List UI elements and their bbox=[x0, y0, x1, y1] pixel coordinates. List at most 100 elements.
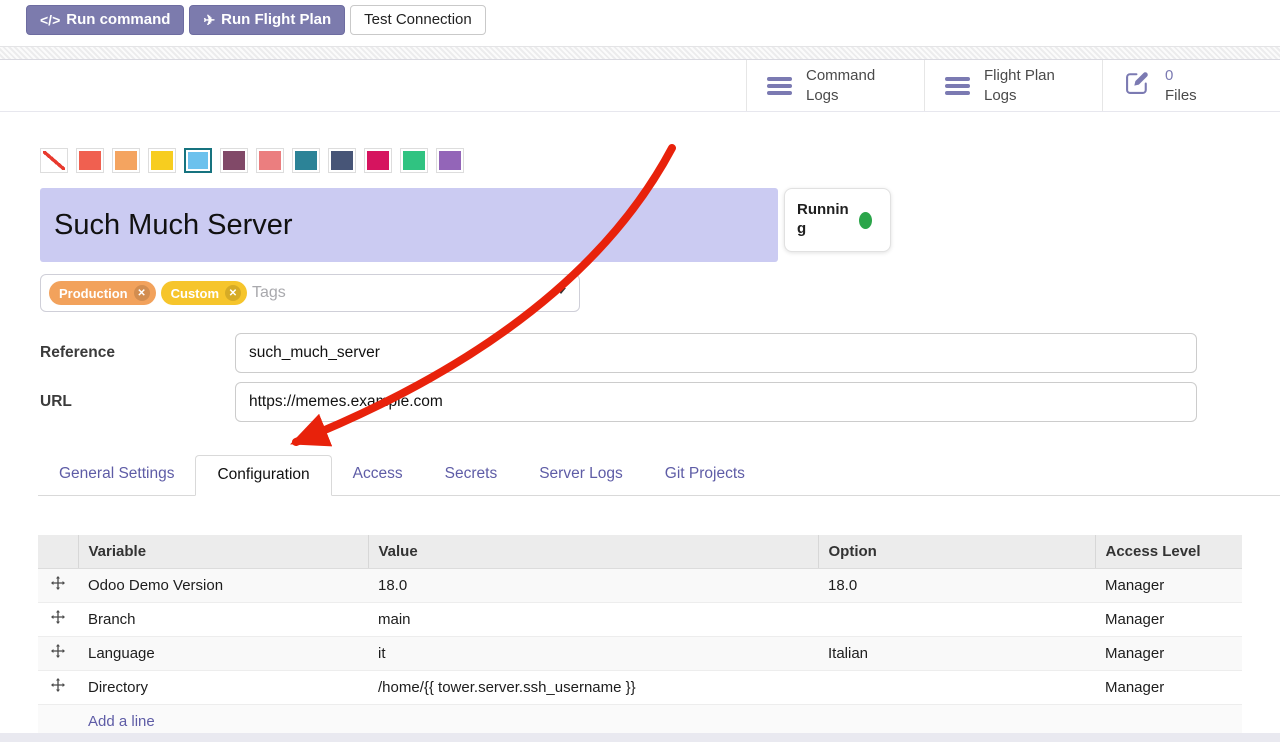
color-swatch-medium-blue[interactable] bbox=[292, 148, 320, 173]
cell-option[interactable] bbox=[818, 670, 1095, 704]
move-icon bbox=[51, 610, 65, 624]
color-swatch-no-color[interactable] bbox=[40, 148, 68, 173]
url-row: URL bbox=[40, 382, 1280, 422]
footer-strip bbox=[0, 733, 1280, 742]
tags-placeholder: Tags bbox=[252, 284, 286, 302]
tab-access[interactable]: Access bbox=[332, 455, 424, 496]
decorative-strip bbox=[0, 46, 1280, 60]
action-bar: </> Run command ✈ Run Flight Plan Test C… bbox=[0, 0, 1280, 35]
color-palette bbox=[40, 148, 1280, 173]
cell-access-level[interactable]: Manager bbox=[1095, 568, 1242, 602]
run-command-button[interactable]: </> Run command bbox=[26, 5, 184, 35]
stat-button-command-logs[interactable]: Command Logs bbox=[746, 60, 924, 111]
color-swatch-yellow[interactable] bbox=[148, 148, 176, 173]
files-count: 0 bbox=[1165, 66, 1251, 86]
tab-general-settings[interactable]: General Settings bbox=[38, 455, 195, 496]
remove-tag-icon[interactable]: ✕ bbox=[225, 285, 241, 301]
plane-icon: ✈ bbox=[203, 10, 215, 30]
cell-value[interactable]: /home/{{ tower.server.ssh_username }} bbox=[368, 670, 818, 704]
table-row[interactable]: Language it Italian Manager bbox=[38, 636, 1242, 670]
title-row: Such Much Server Running bbox=[40, 188, 1280, 262]
cell-option[interactable]: 18.0 bbox=[818, 568, 1095, 602]
tab-server-logs[interactable]: Server Logs bbox=[518, 455, 644, 496]
table-row[interactable]: Odoo Demo Version 18.0 18.0 Manager bbox=[38, 568, 1242, 602]
color-swatch-salmon-pink[interactable] bbox=[256, 148, 284, 173]
color-swatch-green[interactable] bbox=[400, 148, 428, 173]
table-row[interactable]: Branch main Manager bbox=[38, 602, 1242, 636]
tab-git-projects[interactable]: Git Projects bbox=[644, 455, 766, 496]
tab-secrets[interactable]: Secrets bbox=[424, 455, 519, 496]
tag-production[interactable]: Production ✕ bbox=[49, 281, 156, 305]
test-connection-button[interactable]: Test Connection bbox=[350, 5, 486, 35]
files-label: Files bbox=[1165, 86, 1251, 106]
add-a-line-link[interactable]: Add a line bbox=[48, 713, 155, 730]
code-icon: </> bbox=[40, 10, 60, 30]
page-title: Such Much Server bbox=[54, 209, 293, 242]
cell-access-level[interactable]: Manager bbox=[1095, 602, 1242, 636]
record-sheet: Such Much Server Running Production ✕ Cu… bbox=[0, 148, 1280, 739]
reference-input[interactable] bbox=[235, 333, 1197, 373]
stat-button-flight-plan-logs[interactable]: Flight Plan Logs bbox=[924, 60, 1102, 111]
cell-variable[interactable]: Directory bbox=[78, 670, 368, 704]
value-column-header[interactable]: Value bbox=[368, 535, 818, 568]
cell-value[interactable]: main bbox=[368, 602, 818, 636]
run-flight-plan-button[interactable]: ✈ Run Flight Plan bbox=[189, 5, 345, 35]
cell-variable[interactable]: Language bbox=[78, 636, 368, 670]
color-swatch-dark-purple[interactable] bbox=[220, 148, 248, 173]
chevron-down-icon[interactable] bbox=[556, 288, 566, 294]
move-icon bbox=[51, 576, 65, 590]
no-color-icon bbox=[43, 151, 65, 170]
move-icon bbox=[51, 678, 65, 692]
color-swatch-light-blue-selected[interactable] bbox=[184, 148, 212, 173]
cell-option[interactable]: Italian bbox=[818, 636, 1095, 670]
run-command-label: Run command bbox=[66, 10, 170, 30]
variable-column-header[interactable]: Variable bbox=[78, 535, 368, 568]
cell-variable[interactable]: Odoo Demo Version bbox=[78, 568, 368, 602]
reference-label: Reference bbox=[40, 344, 235, 362]
statusbar: Command Logs Flight Plan Logs 0 Files bbox=[0, 60, 1280, 112]
tag-custom-label: Custom bbox=[171, 286, 219, 301]
reference-row: Reference bbox=[40, 333, 1280, 373]
color-swatch-dark-blue[interactable] bbox=[328, 148, 356, 173]
status-widget[interactable]: Running bbox=[784, 188, 891, 252]
color-swatch-purple[interactable] bbox=[436, 148, 464, 173]
option-column-header[interactable]: Option bbox=[818, 535, 1095, 568]
table-header-row: Variable Value Option Access Level bbox=[38, 535, 1242, 568]
command-logs-label: Command Logs bbox=[806, 66, 892, 105]
drag-handle[interactable] bbox=[38, 568, 78, 602]
list-icon bbox=[767, 77, 792, 95]
server-name-field[interactable]: Such Much Server bbox=[40, 188, 778, 262]
handle-column-header bbox=[38, 535, 78, 568]
cell-value[interactable]: it bbox=[368, 636, 818, 670]
cell-variable[interactable]: Branch bbox=[78, 602, 368, 636]
cell-value[interactable]: 18.0 bbox=[368, 568, 818, 602]
edit-icon bbox=[1123, 69, 1151, 102]
tag-custom[interactable]: Custom ✕ bbox=[161, 281, 247, 305]
table-row[interactable]: Directory /home/{{ tower.server.ssh_user… bbox=[38, 670, 1242, 704]
access-level-column-header[interactable]: Access Level bbox=[1095, 535, 1242, 568]
notebook-tabs: General Settings Configuration Access Se… bbox=[38, 454, 1280, 496]
remove-tag-icon[interactable]: ✕ bbox=[134, 285, 150, 301]
url-label: URL bbox=[40, 393, 235, 411]
tags-field[interactable]: Production ✕ Custom ✕ Tags bbox=[40, 274, 580, 312]
status-label: Running bbox=[797, 201, 849, 239]
cell-access-level[interactable]: Manager bbox=[1095, 636, 1242, 670]
drag-handle[interactable] bbox=[38, 670, 78, 704]
cell-access-level[interactable]: Manager bbox=[1095, 670, 1242, 704]
url-input[interactable] bbox=[235, 382, 1197, 422]
color-swatch-orange[interactable] bbox=[112, 148, 140, 173]
drag-handle[interactable] bbox=[38, 636, 78, 670]
move-icon bbox=[51, 644, 65, 658]
list-icon bbox=[945, 77, 970, 95]
color-swatch-red[interactable] bbox=[76, 148, 104, 173]
stat-button-files[interactable]: 0 Files bbox=[1102, 60, 1280, 111]
tag-production-label: Production bbox=[59, 286, 128, 301]
run-flight-plan-label: Run Flight Plan bbox=[221, 10, 331, 30]
cell-option[interactable] bbox=[818, 602, 1095, 636]
configuration-table: Variable Value Option Access Level Odoo … bbox=[38, 535, 1242, 739]
flight-plan-logs-label: Flight Plan Logs bbox=[984, 66, 1070, 105]
color-swatch-fuchsia[interactable] bbox=[364, 148, 392, 173]
drag-handle[interactable] bbox=[38, 602, 78, 636]
status-dot-icon bbox=[859, 212, 872, 229]
tab-configuration[interactable]: Configuration bbox=[195, 455, 331, 496]
